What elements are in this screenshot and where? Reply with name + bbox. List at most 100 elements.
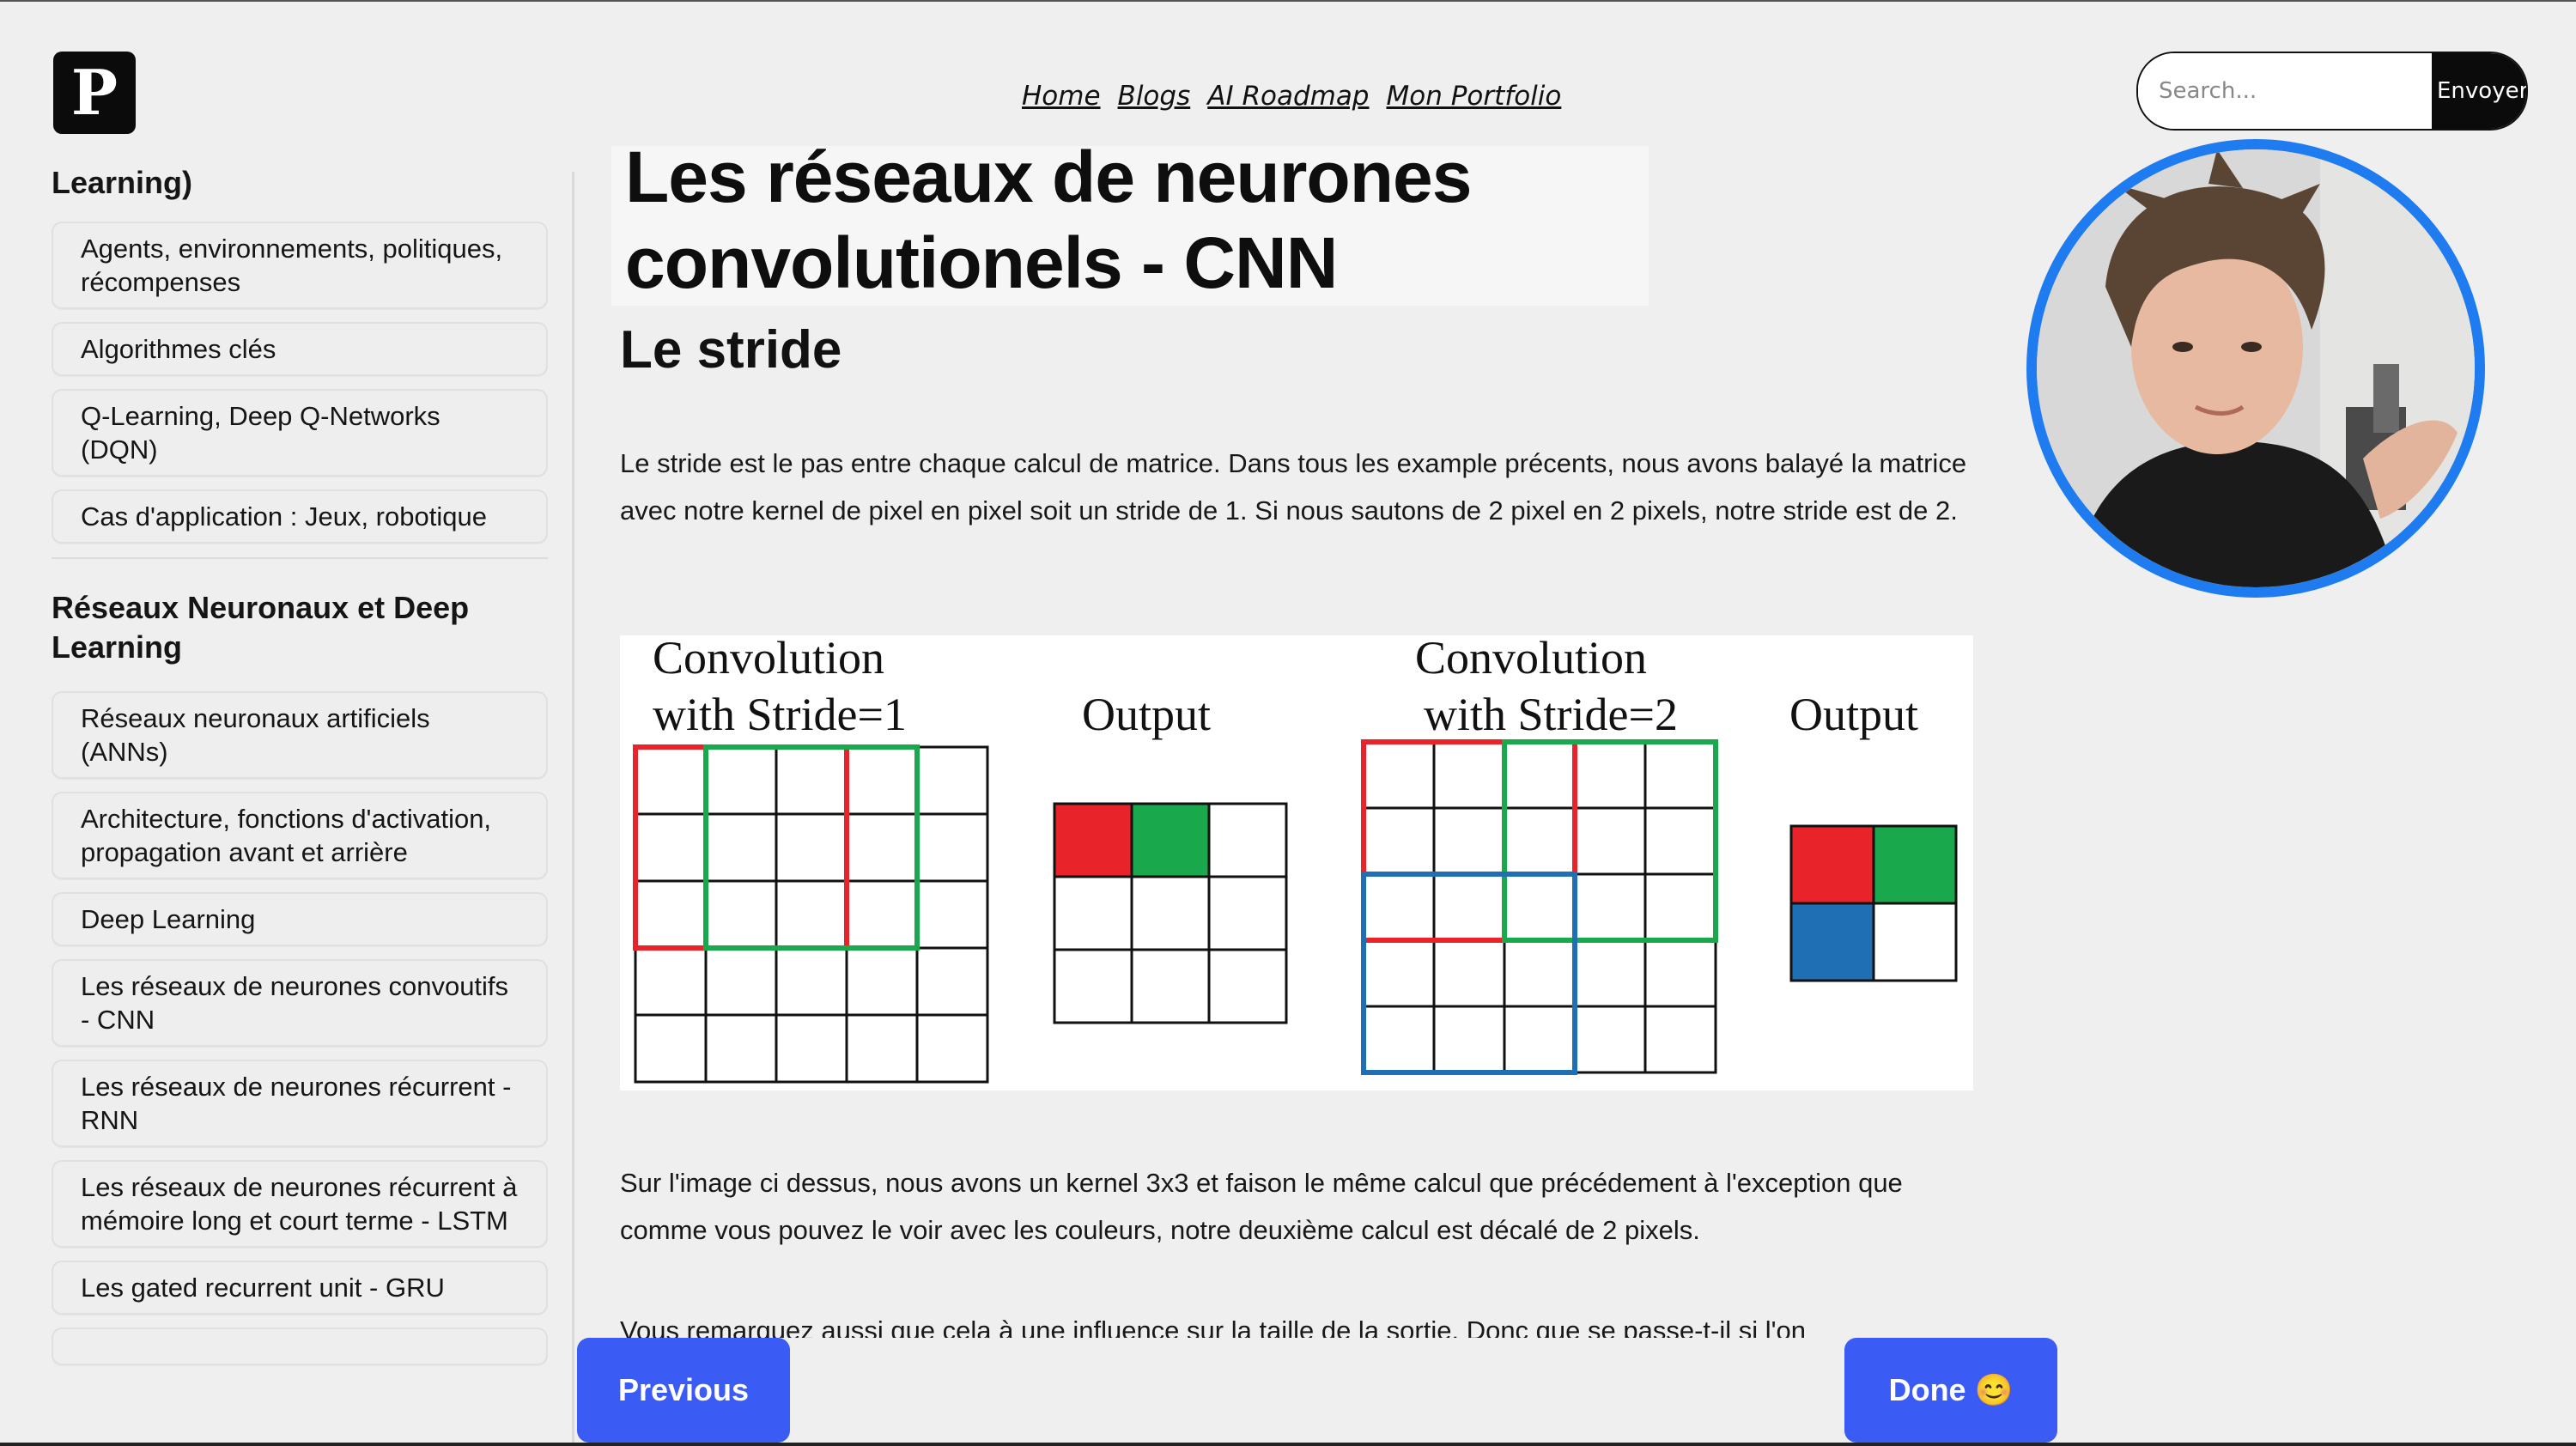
top-border [0, 0, 2576, 2]
figure-label: with Stride=1 [653, 689, 907, 740]
input-grid-cell [1362, 740, 1436, 810]
input-grid-cell [1362, 939, 1436, 1008]
nav-portfolio-link[interactable]: Mon Portfolio [1387, 81, 1562, 112]
sidebar-item[interactable]: Q-Learning, Deep Q-Networks (DQN) [52, 389, 548, 477]
output-grid-cell [1207, 802, 1288, 878]
input-grid-cell [1503, 740, 1577, 810]
input-grid-cell [775, 745, 848, 816]
sidebar-item[interactable]: Les réseaux de neurones récurrent - RNN [52, 1060, 548, 1147]
page-title: Les réseaux de neurones convolutionels -… [625, 137, 1472, 303]
avatar-photo [2037, 149, 2475, 587]
sidebar-item[interactable]: Cas d'application : Jeux, robotique [52, 489, 548, 544]
done-button[interactable]: Done 😊 [1844, 1338, 2057, 1443]
input-grid-cell [634, 745, 708, 816]
input-grid-cell [704, 812, 778, 883]
input-grid-cell [1573, 939, 1647, 1008]
stride-illustration: Convolution with Stride=1 Output Convolu… [620, 635, 1973, 1091]
input-grid-cell [915, 946, 989, 1017]
input-grid-cell [915, 1013, 989, 1084]
sidebar-item[interactable] [52, 1328, 548, 1365]
nav-ai-roadmap-link[interactable]: AI Roadmap [1207, 81, 1369, 112]
input-grid-cell [845, 1013, 919, 1084]
input-grid-cell [1503, 1005, 1577, 1074]
input-grid-cell [775, 879, 848, 950]
input-grid-cell [1362, 1005, 1436, 1074]
figure-label: Convolution [653, 635, 884, 684]
output-cell-red [1053, 802, 1133, 878]
input-grid-cell [1432, 939, 1506, 1008]
input-grid-cell [1503, 806, 1577, 876]
nav-home-link[interactable]: Home [1022, 81, 1101, 112]
figure-label: Convolution [1415, 635, 1647, 684]
input-grid-cell [915, 879, 989, 950]
sidebar-item[interactable]: Les réseaux de neurones récurrent à mémo… [52, 1160, 548, 1248]
input-grid-cell [1643, 1005, 1717, 1074]
input-grid-cell [1573, 740, 1647, 810]
input-grid-cell [775, 946, 848, 1017]
input-grid-cell [704, 745, 778, 816]
figure-label: Output [1082, 689, 1211, 740]
input-grid-cell [1643, 872, 1717, 942]
logo-letter: P [70, 56, 118, 129]
section-heading: Le stride [620, 320, 842, 380]
search-input[interactable] [2138, 53, 2432, 129]
output-grid-cell [1207, 948, 1288, 1024]
previous-button[interactable]: Previous [577, 1338, 790, 1443]
output-grid-cell [1872, 902, 1958, 982]
input-grid-cell [915, 812, 989, 883]
paragraph: Sur l'image ci dessus, nous avons un ker… [620, 1168, 1903, 1245]
figure-label: with Stride=2 [1424, 689, 1678, 740]
sidebar-item[interactable]: Réseaux neuronaux artificiels (ANNs) [52, 691, 548, 779]
input-grid-cell [845, 812, 919, 883]
input-grid-cell [704, 879, 778, 950]
output-grid-cell [1053, 875, 1133, 951]
stride-diagram: Convolution with Stride=1 Output Convolu… [633, 635, 1958, 1084]
bottom-border [0, 1443, 2576, 1446]
send-button[interactable]: Envoyer [2432, 53, 2526, 129]
sidebar-section-title: Learning) [52, 165, 193, 200]
input-grid-cell [1432, 740, 1506, 810]
search-bar: Envoyer [2136, 52, 2528, 131]
sidebar-section-title: Réseaux Neuronaux et Deep Learning [52, 590, 470, 665]
figure-label: Output [1789, 689, 1918, 740]
output-cell-green [1872, 824, 1958, 905]
input-grid-cell [775, 1013, 848, 1084]
input-grid-cell [634, 946, 708, 1017]
input-grid-cell [845, 745, 919, 816]
nav-blogs-link[interactable]: Blogs [1118, 81, 1191, 112]
main-nav: Home Blogs AI Roadmap Mon Portfolio [1022, 81, 1561, 112]
output-grid-cell [1130, 875, 1211, 951]
output-cell-blue [1789, 902, 1875, 982]
input-grid-cell [1503, 872, 1577, 942]
kernel-window-3 [1361, 872, 1577, 1075]
sidebar-item[interactable]: Agents, environnements, politiques, réco… [52, 222, 548, 309]
input-grid-cell [1362, 806, 1436, 876]
sidebar-item[interactable]: Architecture, fonctions d'activation, pr… [52, 792, 548, 879]
input-grid-cell [634, 812, 708, 883]
input-grid-cell [1573, 1005, 1647, 1074]
input-grid-cell [634, 879, 708, 950]
input-grid-cell [634, 1013, 708, 1084]
output-grid-cell [1053, 948, 1133, 1024]
output-cell-red [1789, 824, 1875, 905]
output-grid-cell [1130, 948, 1211, 1024]
input-grid-cell [1643, 740, 1717, 810]
input-grid-cell [845, 879, 919, 950]
output-cell-green [1130, 802, 1211, 878]
input-grid-cell [775, 812, 848, 883]
output-grid-cell [1207, 875, 1288, 951]
input-grid-cell [1503, 939, 1577, 1008]
kernel-window-1 [1361, 739, 1577, 943]
sidebar-item[interactable]: Algorithmes clés [52, 322, 548, 376]
input-grid-cell [915, 745, 989, 816]
kernel-window-2 [703, 744, 920, 951]
site-logo[interactable]: P [53, 52, 136, 134]
sidebar-divider [572, 172, 574, 1446]
input-grid-cell [1643, 806, 1717, 876]
sidebar-item[interactable]: Les gated recurrent unit - GRU [52, 1261, 548, 1315]
input-grid-cell [1573, 872, 1647, 942]
sidebar-item[interactable]: Les réseaux de neurones convoutifs - CNN [52, 959, 548, 1047]
sidebar-item[interactable]: Deep Learning [52, 892, 548, 946]
input-grid-cell [1573, 806, 1647, 876]
paragraph: Le stride est le pas entre chaque calcul… [620, 448, 1967, 526]
